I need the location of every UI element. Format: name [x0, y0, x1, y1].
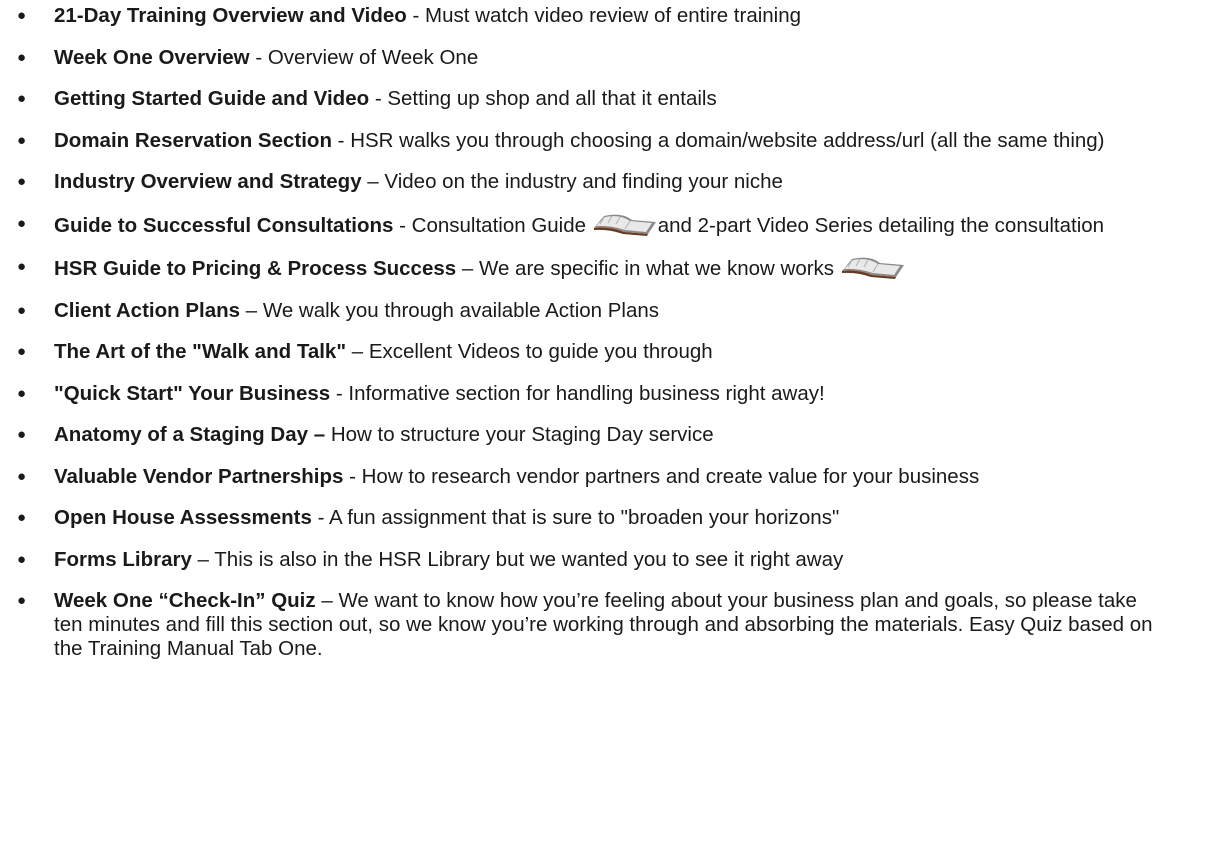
- item-description: How to structure your Staging Day servic…: [330, 423, 714, 446]
- item-title: Week One Overview: [54, 45, 250, 69]
- item-description: We walk you through available Action Pla…: [262, 298, 660, 322]
- item-description: Consultation Guide: [411, 213, 592, 237]
- list-item: ● Domain Reservation Section - HSR walks…: [0, 129, 1217, 153]
- item-description: How to research vendor partners and crea…: [361, 464, 980, 488]
- item-separator: -: [343, 464, 362, 488]
- list-item: ● Week One “Check-In” Quiz – We want to …: [0, 589, 1217, 661]
- bullet-icon: ●: [17, 173, 27, 190]
- list-item: ● The Art of the "Walk and Talk" – Excel…: [0, 340, 1217, 364]
- item-title: Industry Overview and Strategy: [54, 170, 362, 193]
- item-title: Week One “Check-In” Quiz: [54, 589, 316, 612]
- item-separator: -: [406, 4, 426, 27]
- item-title: The Art of the "Walk and Talk": [54, 340, 347, 363]
- item-description: Setting up shop and all that it entails: [387, 87, 717, 110]
- item-description: Must watch video review of entire traini…: [425, 4, 802, 27]
- list-item: ● Anatomy of a Staging Day – How to stru…: [0, 423, 1217, 447]
- list-item: ● Guide to Successful Consultations - Co…: [0, 212, 1217, 238]
- list-item: ● Week One Overview - Overview of Week O…: [0, 46, 1217, 70]
- bullet-icon: ●: [17, 467, 27, 485]
- item-separator: -: [393, 213, 412, 237]
- item-separator: –: [361, 170, 385, 193]
- bullet-icon: ●: [17, 7, 27, 24]
- open-book-icon: [592, 212, 658, 236]
- item-description: HSR walks you through choosing a domain/…: [350, 128, 1105, 152]
- document-page: ● 21-Day Training Overview and Video - M…: [0, 0, 1217, 679]
- item-description: Informative section for handling busines…: [348, 381, 825, 405]
- item-separator: -: [330, 381, 349, 405]
- item-separator: –: [456, 257, 479, 280]
- list-item: ● Industry Overview and Strategy – Video…: [0, 170, 1217, 194]
- item-title: Open House Assessments: [54, 506, 312, 529]
- open-book-icon: [840, 255, 906, 279]
- bullet-icon: ●: [17, 384, 27, 402]
- item-description: A fun assignment that is sure to "broade…: [328, 506, 840, 529]
- item-title: Forms Library: [54, 547, 192, 571]
- list-item: ● Open House Assessments - A fun assignm…: [0, 506, 1217, 530]
- list-item: ● Client Action Plans – We walk you thro…: [0, 299, 1217, 323]
- bullet-icon: ●: [17, 90, 27, 107]
- bullet-icon: ●: [17, 343, 27, 360]
- item-title: Domain Reservation Section: [54, 128, 332, 152]
- item-separator: -: [311, 506, 329, 529]
- item-separator: -: [369, 87, 388, 110]
- item-separator: –: [240, 298, 263, 322]
- item-separator: –: [315, 589, 339, 612]
- item-description: Excellent Videos to guide you through: [368, 340, 713, 363]
- item-description: Overview of Week One: [267, 45, 479, 69]
- bullet-icon: ●: [17, 48, 27, 66]
- item-separator: -: [331, 128, 351, 152]
- list-item: ● "Quick Start" Your Business - Informat…: [0, 382, 1217, 406]
- item-description: Video on the industry and finding your n…: [384, 170, 783, 193]
- bullet-icon: ●: [17, 550, 27, 568]
- bullet-icon: ●: [17, 214, 27, 232]
- item-title: Valuable Vendor Partnerships: [54, 464, 344, 488]
- bullet-icon: ●: [17, 426, 27, 443]
- item-title: Guide to Successful Consultations: [54, 213, 394, 237]
- list-item: ● 21-Day Training Overview and Video - M…: [0, 4, 1217, 28]
- list-item: ● Forms Library – This is also in the HS…: [0, 548, 1217, 572]
- bullet-icon: ●: [17, 592, 27, 609]
- item-description-continued: and 2-part Video Series detailing the co…: [657, 213, 1105, 237]
- item-separator: -: [249, 45, 268, 69]
- list-item: ● Getting Started Guide and Video - Sett…: [0, 87, 1217, 111]
- list-item: ● HSR Guide to Pricing & Process Success…: [0, 255, 1217, 281]
- item-title: Getting Started Guide and Video: [54, 87, 370, 110]
- training-item-list: ● 21-Day Training Overview and Video - M…: [0, 4, 1217, 661]
- bullet-icon: ●: [17, 301, 27, 319]
- bullet-icon: ●: [17, 509, 27, 526]
- item-separator: –: [191, 547, 215, 571]
- item-title: Client Action Plans: [54, 298, 241, 322]
- item-title: "Quick Start" Your Business: [54, 381, 331, 405]
- item-description: This is also in the HSR Library but we w…: [214, 547, 844, 571]
- item-separator: –: [346, 340, 369, 363]
- item-title: 21-Day Training Overview and Video: [54, 4, 407, 27]
- bullet-icon: ●: [17, 258, 27, 275]
- item-title: Anatomy of a Staging Day –: [54, 423, 326, 446]
- item-title: HSR Guide to Pricing & Process Success: [54, 257, 457, 280]
- bullet-icon: ●: [17, 131, 27, 149]
- item-description: We are specific in what we know works: [478, 257, 840, 280]
- list-item: ● Valuable Vendor Partnerships - How to …: [0, 465, 1217, 489]
